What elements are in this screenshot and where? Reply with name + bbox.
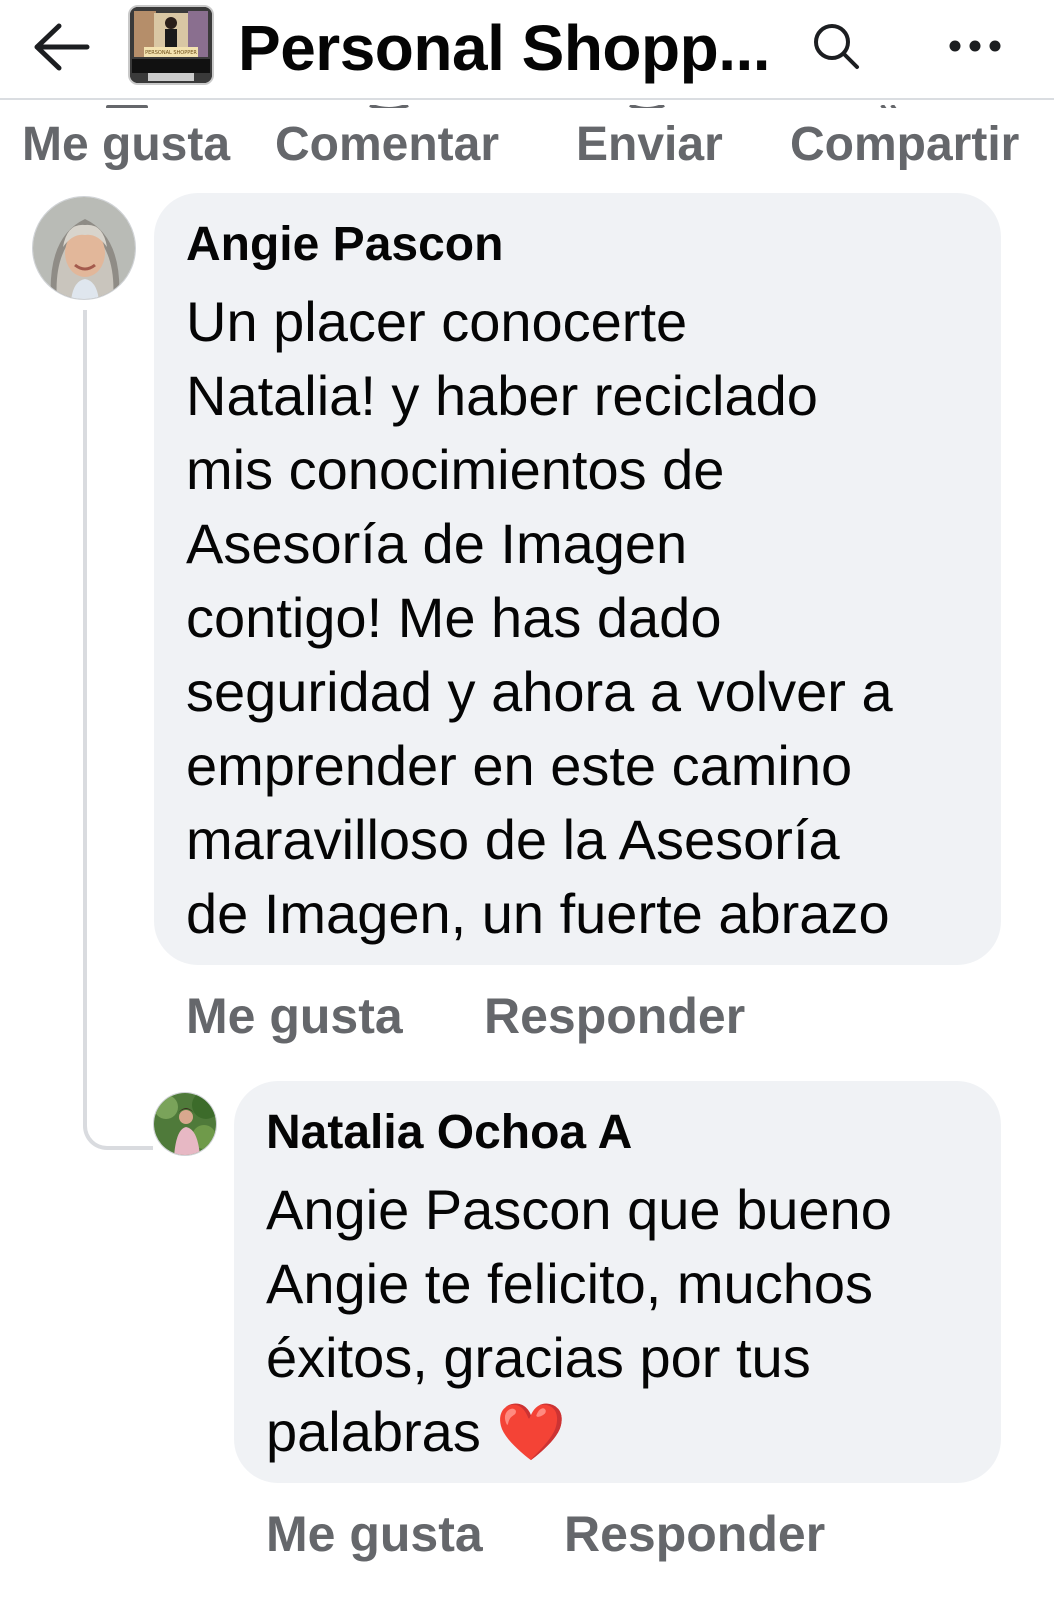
- reply-bubble: Natalia Ochoa A Angie Pascon que bueno A…: [234, 1081, 1001, 1483]
- arrow-left-icon: [34, 23, 90, 71]
- comment-reply-button[interactable]: Responder: [484, 984, 745, 1048]
- comment-line: Asesoría de Imagen: [186, 512, 688, 575]
- reply-text: Angie Pascon que bueno Angie te felicito…: [266, 1173, 892, 1469]
- comment-line: contigo! Me has dado: [186, 586, 722, 649]
- avatar-angie-pascon: [33, 197, 135, 299]
- send-icon: [624, 100, 670, 108]
- comment-line: maravilloso de la Asesoría: [186, 808, 840, 871]
- comment-author[interactable]: Angie Pascon: [186, 215, 503, 275]
- send-button[interactable]: Enviar: [576, 108, 723, 182]
- back-button[interactable]: [28, 18, 94, 76]
- share-icon: [874, 100, 920, 108]
- avatar-natalia-ochoa: [154, 1093, 216, 1155]
- reply-author[interactable]: Natalia Ochoa A: [266, 1103, 632, 1163]
- like-icon: [104, 100, 150, 108]
- reply-thread-line: [83, 310, 153, 1150]
- comment-line: de Imagen, un fuerte abrazo: [186, 882, 890, 945]
- page-avatar-image: PERSONAL SHOPPER: [130, 7, 212, 83]
- comment-like-button[interactable]: Me gusta: [186, 984, 403, 1048]
- comment-line-last: palabras ❤️: [266, 1395, 892, 1469]
- svg-text:PERSONAL SHOPPER: PERSONAL SHOPPER: [145, 50, 197, 56]
- post-action-bar: Me gusta Comentar Enviar Compartir: [0, 108, 1054, 182]
- comment-icon: [366, 100, 412, 108]
- search-button[interactable]: [806, 16, 866, 76]
- comment-bubble: Angie Pascon Un placer conocerte Natalia…: [154, 193, 1001, 965]
- comment-line: Angie te felicito, muchos: [266, 1252, 873, 1315]
- comment-line: seguridad y ahora a volver a: [186, 660, 893, 723]
- like-button[interactable]: Me gusta: [22, 108, 230, 182]
- comment-line: emprender en este camino: [186, 734, 853, 797]
- reply-reply-button[interactable]: Responder: [564, 1502, 825, 1566]
- comment-line: Angie Pascon que bueno: [266, 1178, 892, 1241]
- reply-like-button[interactable]: Me gusta: [266, 1502, 483, 1566]
- comment-button[interactable]: Comentar: [275, 108, 499, 182]
- page-avatar[interactable]: PERSONAL SHOPPER: [128, 5, 214, 85]
- comment-line: Natalia! y haber reciclado: [186, 364, 818, 427]
- comment-line: palabras: [266, 1400, 481, 1463]
- avatar[interactable]: [153, 1092, 217, 1156]
- page-header: PERSONAL SHOPPER Personal Shopp...: [0, 0, 1054, 100]
- more-horizontal-icon: [949, 40, 1001, 52]
- page-title[interactable]: Personal Shopp...: [238, 8, 771, 88]
- comment-line: Un placer conocerte: [186, 290, 688, 353]
- comment-text: Un placer conocerte Natalia! y haber rec…: [186, 285, 893, 951]
- share-button[interactable]: Compartir: [790, 108, 1019, 182]
- more-options-button[interactable]: [940, 18, 1010, 74]
- search-icon: [814, 24, 859, 69]
- avatar[interactable]: [32, 196, 136, 300]
- comment-line: éxitos, gracias por tus: [266, 1326, 811, 1389]
- heart-emoji-icon: ❤️: [496, 1400, 567, 1463]
- comment-line: mis conocimientos de: [186, 438, 725, 501]
